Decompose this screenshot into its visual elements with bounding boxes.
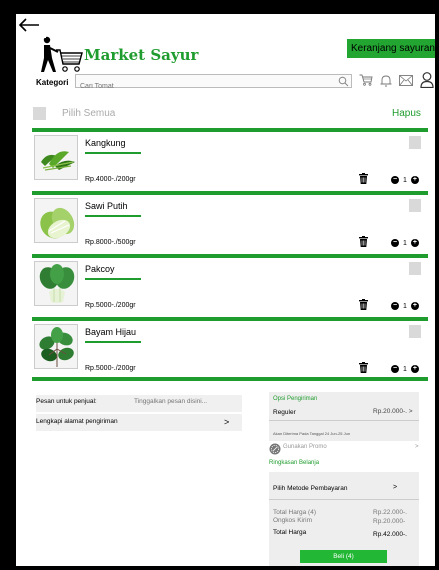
- item-price: Rp.5000-./200gr: [85, 365, 136, 372]
- sawi-putih-image: [35, 199, 77, 242]
- quantity-stepper: − 1 +: [391, 239, 419, 247]
- item-checkbox[interactable]: [409, 325, 421, 338]
- quantity-value: 1: [403, 302, 407, 310]
- select-all-label[interactable]: Pilih Semua: [62, 108, 115, 119]
- cart-item: Kangkung Rp.4000-./200gr − 1 +: [32, 132, 428, 191]
- product-image: [34, 261, 78, 306]
- shipping-cost-value: Rp.20.000-: [373, 518, 406, 525]
- product-image: [34, 198, 78, 243]
- divider: [269, 499, 419, 500]
- decrease-button[interactable]: −: [391, 176, 399, 184]
- quantity-value: 1: [403, 365, 407, 373]
- mail-icon[interactable]: [399, 74, 413, 86]
- shopper-cart-logo-icon: [41, 36, 83, 72]
- product-image: [34, 324, 78, 369]
- app-frame: Market Sayur Belanja grosir lebih murah …: [16, 14, 435, 566]
- shipping-method: Reguler: [273, 409, 296, 416]
- increase-button[interactable]: +: [410, 365, 419, 373]
- quantity-stepper: − 1 +: [391, 176, 419, 184]
- item-checkbox[interactable]: [409, 262, 421, 275]
- trash-icon[interactable]: [359, 299, 368, 310]
- chevron-right-icon: >: [224, 417, 230, 427]
- total-price-value: Rp.22.000-.: [373, 509, 407, 516]
- bayam-hijau-image: [35, 325, 77, 368]
- item-price: Rp.8000-./500gr: [85, 239, 136, 246]
- kangkung-image: [35, 136, 77, 179]
- decrease-button[interactable]: −: [391, 302, 399, 310]
- buy-button[interactable]: Beli (4): [300, 550, 387, 563]
- select-all-checkbox[interactable]: [33, 107, 46, 120]
- pakcoy-image: [35, 262, 77, 305]
- user-icon[interactable]: [420, 72, 434, 88]
- increase-button[interactable]: +: [410, 176, 419, 184]
- decrease-button[interactable]: −: [391, 239, 399, 247]
- cart-icon[interactable]: [359, 74, 373, 86]
- shipping-price: Rp.20.000-. >: [373, 408, 413, 415]
- increase-button[interactable]: +: [410, 239, 419, 247]
- item-name: Sawi Putih: [85, 201, 128, 211]
- grand-total-label: Total Harga: [273, 529, 307, 536]
- category-label[interactable]: Kategori: [36, 78, 68, 87]
- shipping-eta: Akan Diterima Pada Tanggal 24 Jun-25 Jun: [273, 431, 351, 436]
- item-name-underline: [85, 152, 141, 154]
- shipping-cost-label: Ongkos Kirim: [273, 517, 313, 524]
- quantity-value: 1: [403, 176, 407, 184]
- app-title: Market Sayur: [84, 46, 199, 64]
- shipping-options[interactable]: Opsi Pengiriman Reguler Rp.20.000-. > Ak…: [269, 392, 419, 441]
- summary-title: Ringkasan Belanja: [269, 460, 320, 466]
- divider: [269, 420, 419, 421]
- cart-button[interactable]: Keranjang sayuran: [347, 39, 435, 58]
- message-row: Pesan untuk penjual:: [36, 395, 242, 412]
- message-input[interactable]: [134, 398, 234, 405]
- promo-label[interactable]: Gunakan Promo: [283, 444, 327, 450]
- cart-item: Pakcoy Rp.5000-./200gr − 1 +: [32, 258, 428, 317]
- shipping-title: Opsi Pengiriman: [273, 396, 318, 402]
- address-label: Lengkapi alamat pengiriman: [36, 418, 118, 425]
- increase-button[interactable]: +: [410, 302, 419, 310]
- item-name-underline: [85, 215, 141, 217]
- cart-item: Sawi Putih Rp.8000-./500gr − 1 +: [32, 195, 428, 254]
- checkout-panel: Opsi Pengiriman Reguler Rp.20.000-. > Ak…: [269, 392, 419, 566]
- grand-total-value: Rp.42.000-.: [373, 531, 407, 538]
- cart-item: Bayam Hijau Rp.5000-./200gr − 1 +: [32, 321, 428, 380]
- item-name: Pakcoy: [85, 264, 115, 274]
- header-icons: [359, 72, 434, 88]
- summary-box: Pilih Metode Pembayaran > Total Harga (4…: [269, 472, 419, 566]
- quantity-stepper: − 1 +: [391, 365, 419, 373]
- back-button[interactable]: [16, 14, 46, 38]
- arrow-left-icon: [18, 18, 39, 32]
- item-checkbox[interactable]: [409, 199, 421, 212]
- quantity-value: 1: [403, 239, 407, 247]
- item-name: Kangkung: [85, 138, 126, 148]
- product-image: [34, 135, 78, 180]
- bell-icon[interactable]: [380, 74, 392, 87]
- search-icon[interactable]: [338, 76, 349, 87]
- item-price: Rp.5000-./200gr: [85, 302, 136, 309]
- search-input[interactable]: [76, 80, 326, 93]
- payment-method-label[interactable]: Pilih Metode Pembayaran: [273, 485, 347, 492]
- total-price-label: Total Harga (4): [273, 509, 316, 516]
- item-name-underline: [85, 278, 141, 280]
- chevron-right-icon[interactable]: >: [393, 484, 397, 491]
- item-checkbox[interactable]: [409, 136, 421, 149]
- trash-icon[interactable]: [359, 173, 368, 184]
- search-box[interactable]: [75, 74, 352, 93]
- promo-badge-icon: [269, 443, 281, 455]
- item-price: Rp.4000-./200gr: [85, 176, 136, 183]
- trash-icon[interactable]: [359, 362, 368, 373]
- delete-link[interactable]: Hapus: [392, 108, 421, 119]
- address-row[interactable]: Lengkapi alamat pengiriman >: [36, 414, 242, 431]
- quantity-stepper: − 1 +: [391, 302, 419, 310]
- message-label: Pesan untuk penjual:: [36, 398, 97, 405]
- trash-icon[interactable]: [359, 236, 368, 247]
- chevron-right-icon[interactable]: >: [415, 444, 419, 450]
- item-name: Bayam Hijau: [85, 327, 137, 337]
- divider-bar: [32, 377, 428, 381]
- decrease-button[interactable]: −: [391, 365, 399, 373]
- item-name-underline: [85, 341, 141, 343]
